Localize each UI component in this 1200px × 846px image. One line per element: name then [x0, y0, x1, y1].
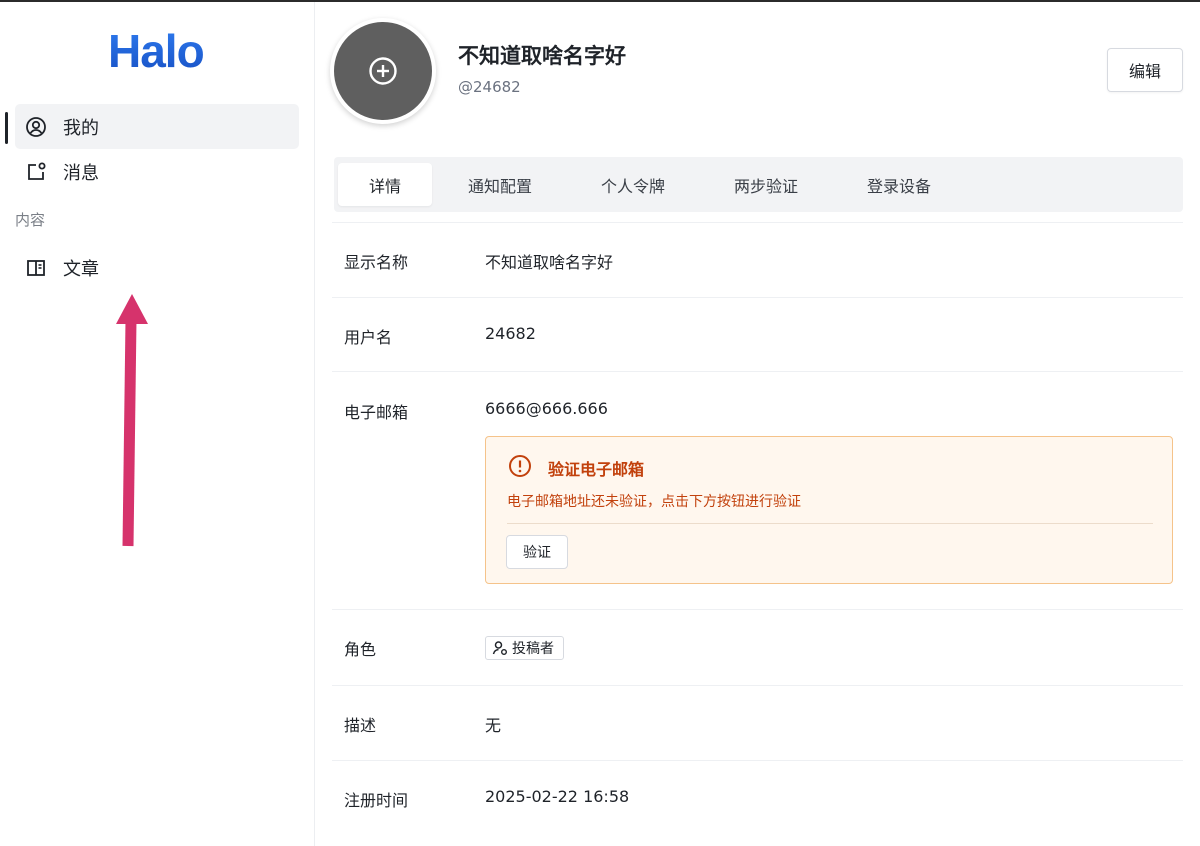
divider: [332, 609, 1183, 610]
plus-circle-icon: [369, 57, 397, 85]
notification-icon: [25, 161, 47, 183]
field-label-display-name: 显示名称: [344, 253, 409, 272]
user-role-icon: [492, 640, 508, 656]
alert-divider: [507, 523, 1153, 524]
sidebar: Halo 我的 消息 内容 文章: [0, 2, 315, 846]
active-indicator: [5, 112, 8, 144]
field-label-description: 描述: [344, 716, 377, 735]
role-tag: 投稿者: [485, 636, 564, 660]
field-value-description: 无: [485, 716, 502, 735]
annotation-arrow: [116, 294, 148, 547]
sidebar-item-label: 我的: [63, 117, 99, 139]
field-label-role: 角色: [344, 640, 377, 659]
divider: [332, 760, 1183, 761]
field-value-registered: 2025-02-22 16:58: [485, 787, 630, 806]
halo-logo[interactable]: Halo: [108, 24, 205, 78]
edit-button[interactable]: 编辑: [1107, 48, 1183, 92]
divider: [332, 685, 1183, 686]
book-icon: [25, 257, 47, 279]
divider: [332, 371, 1183, 372]
warning-circle-icon: [508, 454, 532, 482]
sidebar-item-label: 消息: [63, 162, 99, 184]
sidebar-item-label: 文章: [63, 258, 99, 280]
field-label-username: 用户名: [344, 328, 393, 347]
sidebar-item-mine[interactable]: 我的: [15, 104, 299, 149]
sidebar-item-posts[interactable]: 文章: [15, 245, 299, 290]
user-circle-icon: [25, 116, 47, 138]
profile-main: 不知道取啥名字好 @24682 编辑 详情 通知配置 个人令牌 两步验证 登录设…: [316, 2, 1200, 846]
divider: [332, 222, 1183, 223]
profile-display-name: 不知道取啥名字好: [458, 44, 626, 68]
field-value-username: 24682: [485, 324, 536, 343]
profile-handle: @24682: [458, 78, 521, 96]
tab-two-factor[interactable]: 两步验证: [713, 163, 819, 206]
alert-title: 验证电子邮箱: [548, 460, 645, 479]
alert-description: 电子邮箱地址还未验证，点击下方按钮进行验证: [507, 494, 801, 510]
field-label-email: 电子邮箱: [344, 403, 409, 422]
field-label-registered: 注册时间: [344, 791, 409, 810]
role-tag-label: 投稿者: [512, 641, 554, 657]
field-value-display-name: 不知道取啥名字好: [485, 253, 614, 272]
divider: [332, 297, 1183, 298]
tab-login-devices[interactable]: 登录设备: [846, 163, 952, 206]
tab-details[interactable]: 详情: [338, 163, 432, 206]
section-label-content: 内容: [15, 211, 46, 229]
email-verify-alert: 验证电子邮箱 电子邮箱地址还未验证，点击下方按钮进行验证 验证: [485, 436, 1173, 584]
sidebar-item-messages[interactable]: 消息: [15, 149, 299, 194]
profile-tabs: 详情 通知配置 个人令牌 两步验证 登录设备: [334, 157, 1183, 212]
verify-email-button[interactable]: 验证: [506, 535, 568, 569]
tab-notification-settings[interactable]: 通知配置: [447, 163, 553, 206]
field-value-email: 6666@666.666: [485, 399, 608, 418]
avatar-upload[interactable]: [330, 18, 436, 124]
tab-personal-tokens[interactable]: 个人令牌: [580, 163, 686, 206]
